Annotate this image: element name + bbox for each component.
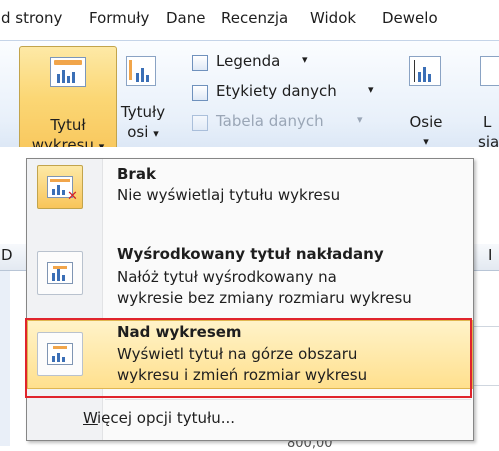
- more-options-accelerator: W: [83, 409, 98, 427]
- annotation-red-frame: [25, 318, 472, 398]
- menu-item-none[interactable]: ✕ Brak Nie wyświetlaj tytułu wykresu: [27, 161, 473, 235]
- axes-label: Osie: [409, 113, 443, 131]
- chart-title-label-1: Tytuł: [50, 116, 86, 134]
- chevron-down-icon: ▾: [357, 113, 363, 126]
- axis-titles-button[interactable]: Tytuły osi ▾: [118, 48, 168, 158]
- menu-item-centered-overlay-title: Wyśrodkowany tytuł nakładany: [117, 245, 384, 263]
- axis-titles-label-text: osi: [127, 123, 149, 141]
- chevron-down-icon: ▾: [302, 53, 308, 66]
- data-labels-label: Etykiety danych: [216, 82, 337, 100]
- menu-item-none-title: Brak: [117, 165, 156, 183]
- no-title-icon: ✕: [37, 165, 83, 209]
- column-header-d[interactable]: D: [1, 246, 13, 264]
- menu-item-centered-overlay-desc-2: wykresie bez zmiany rozmiaru wykresu: [117, 289, 412, 307]
- ribbon-tab-bar: d strony Formuły Dane Recenzja Widok Dew…: [0, 0, 499, 40]
- more-options-label: ięcej opcji tytułu...: [97, 409, 236, 427]
- data-table-icon: [192, 115, 208, 131]
- axis-titles-icon: [126, 56, 156, 86]
- gridlines-button[interactable]: L sia: [470, 48, 499, 158]
- data-table-label: Tabela danych: [216, 112, 324, 130]
- chart-title-dropdown: ✕ Brak Nie wyświetlaj tytułu wykresu Wyś…: [26, 158, 474, 441]
- centered-overlay-title-icon: [37, 251, 83, 295]
- axes-button[interactable]: Osie ▾: [400, 48, 452, 158]
- data-labels-icon: [192, 85, 208, 101]
- column-header-i[interactable]: I: [488, 246, 492, 264]
- chevron-down-icon: ▾: [368, 83, 374, 96]
- legend-label: Legenda: [216, 52, 281, 70]
- menu-item-centered-overlay-desc-1: Nałóż tytuł wyśrodkowany na: [117, 268, 337, 286]
- axes-icon: [409, 56, 441, 86]
- legend-icon: [192, 55, 208, 71]
- tab-formulas[interactable]: Formuły: [89, 9, 149, 27]
- tab-page-layout[interactable]: d strony: [1, 9, 62, 27]
- tab-data[interactable]: Dane: [166, 9, 205, 27]
- tab-review[interactable]: Recenzja: [221, 9, 288, 27]
- chevron-down-icon: ▾: [153, 127, 159, 140]
- gridlines-label-1: L: [483, 113, 492, 131]
- delete-x-icon: ✕: [67, 189, 78, 204]
- axis-titles-label-1: Tytuły: [120, 103, 166, 121]
- chart-title-icon: [50, 57, 86, 87]
- gridlines-icon: [480, 56, 499, 86]
- tab-view[interactable]: Widok: [310, 9, 356, 27]
- gridline: [474, 326, 499, 327]
- menu-item-none-desc: Nie wyświetlaj tytułu wykresu: [117, 186, 341, 204]
- tab-developer[interactable]: Dewelo: [382, 9, 438, 27]
- menu-item-more-title-options[interactable]: W ięcej opcji tytułu...: [27, 402, 473, 438]
- menu-separator: [105, 399, 471, 400]
- axis-titles-label-2: osi ▾: [118, 122, 168, 144]
- menu-item-centered-overlay[interactable]: Wyśrodkowany tytuł nakładany Nałóż tytuł…: [27, 243, 473, 315]
- gridline: [474, 385, 499, 386]
- chart-title-button[interactable]: Tytuł wykresu ▾: [19, 46, 117, 160]
- chart-area-edge: [0, 271, 10, 446]
